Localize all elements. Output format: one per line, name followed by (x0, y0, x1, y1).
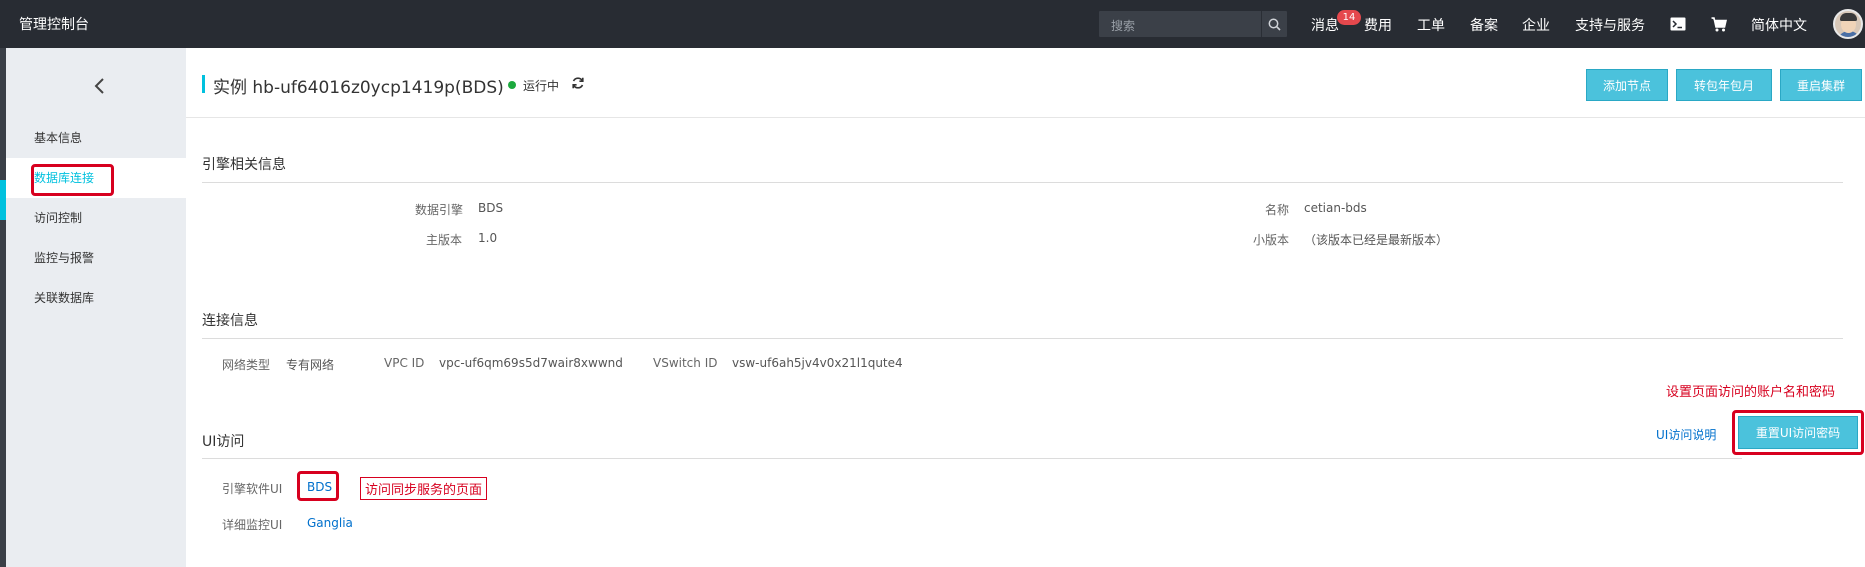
nav-messages[interactable]: 消息 (1311, 15, 1339, 35)
vswitch-id-label: VSwitch ID (653, 356, 718, 370)
name-value: cetian-bds (1304, 201, 1367, 215)
restart-cluster-button[interactable]: 重启集群 (1780, 69, 1862, 101)
ui-access-help-link[interactable]: UI访问说明 (1656, 426, 1716, 443)
sidebar: 基本信息 数据库连接 访问控制 监控与报警 关联数据库 (6, 48, 186, 567)
nav-tickets[interactable]: 工单 (1417, 15, 1445, 35)
back-chevron-icon[interactable] (88, 74, 112, 98)
nav-enterprise[interactable]: 企业 (1522, 15, 1550, 35)
ui-access-divider (202, 458, 1742, 459)
vswitch-id-value: vsw-uf6ah5jv4v0x21l1qute4 (732, 356, 903, 370)
title-accent-bar (202, 75, 205, 93)
add-node-button[interactable]: 添加节点 (1586, 69, 1668, 101)
user-avatar[interactable] (1833, 9, 1863, 39)
cart-icon[interactable] (1709, 14, 1729, 34)
search-placeholder: 搜索 (1111, 19, 1136, 33)
highlight-reset-button (1732, 410, 1864, 455)
major-version-label: 主版本 (426, 233, 463, 247)
annotation-reset-password: 设置页面访问的账户名和密码 (1666, 385, 1836, 400)
sidebar-item-basic-info[interactable]: 基本信息 (6, 118, 186, 158)
minor-version-label: 小版本 (1253, 233, 1290, 247)
engine-ui-label: 引擎软件UI (222, 482, 283, 496)
engine-value: BDS (478, 201, 504, 215)
messages-badge: 14 (1337, 10, 1361, 25)
highlight-bds-link (297, 471, 339, 501)
engine-divider (202, 182, 1843, 183)
sidebar-item-access-control[interactable]: 访问控制 (6, 198, 186, 238)
sidebar-item-linked-db[interactable]: 关联数据库 (6, 278, 186, 318)
search-input[interactable]: 搜索 (1099, 11, 1287, 37)
connection-section-title: 连接信息 (202, 313, 258, 329)
minor-version-value: （该版本已经是最新版本） (1304, 233, 1449, 247)
highlight-db-connection (31, 164, 114, 196)
vpc-id-value: vpc-uf6qm69s5d7wair8xwwnd (439, 356, 623, 370)
language-switch[interactable]: 简体中文 (1751, 15, 1807, 35)
nav-icp[interactable]: 备案 (1470, 15, 1498, 35)
refresh-icon[interactable] (571, 76, 587, 92)
top-navbar: 管理控制台 搜索 消息 14 费用 工单 备案 企业 支持与服务 简体中文 (0, 0, 1865, 48)
network-type-value: 专有网络 (286, 358, 335, 372)
main-content: 实例 hb-uf64016z0ycp1419p(BDS) 运行中 添加节点 转包… (186, 48, 1865, 567)
console-brand[interactable]: 管理控制台 (19, 14, 89, 34)
instance-header: 实例 hb-uf64016z0ycp1419p(BDS) 运行中 添加节点 转包… (186, 48, 1865, 118)
vpc-id-label: VPC ID (384, 356, 425, 370)
connection-divider (202, 338, 1843, 339)
monitor-ui-link-ganglia[interactable]: Ganglia (307, 516, 353, 530)
engine-label: 数据引擎 (415, 203, 464, 217)
search-icon[interactable] (1261, 11, 1287, 37)
sidebar-item-monitoring[interactable]: 监控与报警 (6, 238, 186, 278)
terminal-icon[interactable] (1668, 14, 1688, 34)
page-title: 实例 hb-uf64016z0ycp1419p(BDS) (213, 78, 504, 98)
major-version-value: 1.0 (478, 231, 498, 245)
status-running-icon (508, 81, 516, 89)
convert-subscription-button[interactable]: 转包年包月 (1676, 69, 1772, 101)
nav-billing[interactable]: 费用 (1364, 15, 1392, 35)
network-type-label: 网络类型 (222, 358, 271, 372)
status-text: 运行中 (523, 79, 560, 93)
ui-access-section-title: UI访问 (202, 434, 245, 450)
annotation-sync-service-page: 访问同步服务的页面 (360, 477, 488, 500)
monitor-ui-label: 详细监控UI (222, 518, 283, 532)
engine-section-title: 引擎相关信息 (202, 157, 286, 173)
nav-support[interactable]: 支持与服务 (1575, 15, 1645, 35)
name-label: 名称 (1265, 203, 1290, 217)
